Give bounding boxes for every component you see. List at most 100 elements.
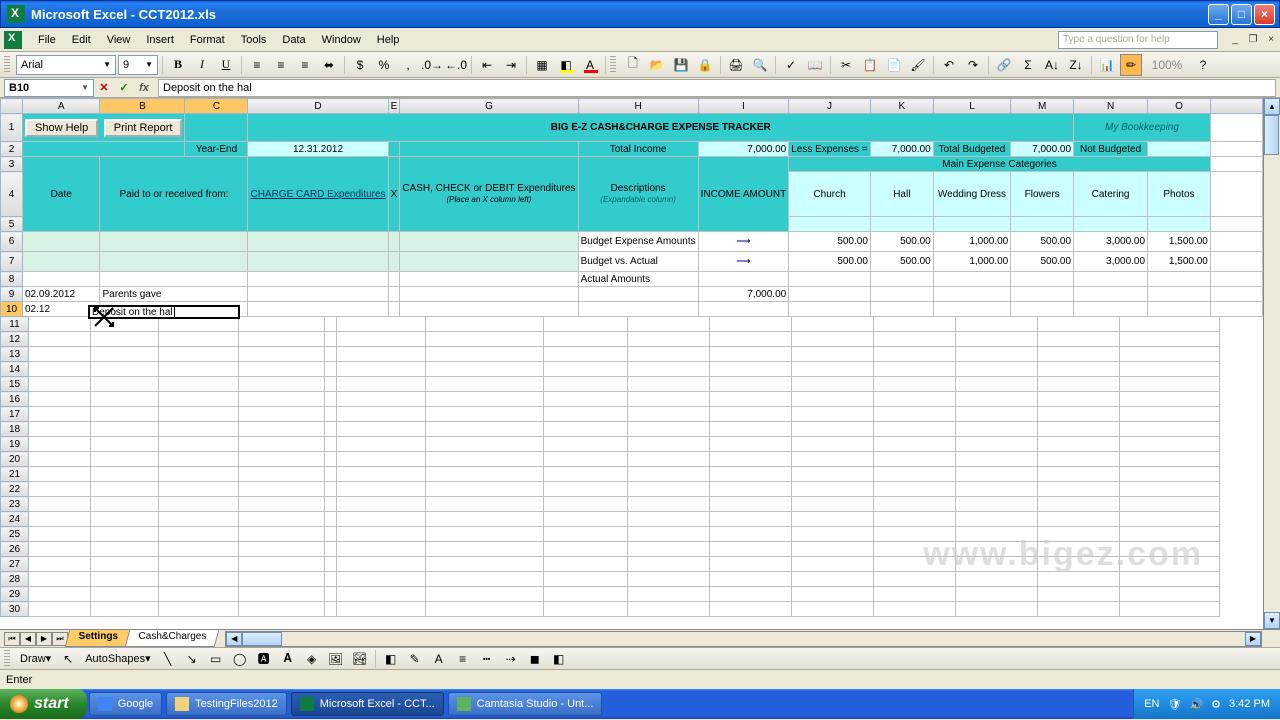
scroll-up-button[interactable]: ▲ (1264, 98, 1280, 115)
cell[interactable] (874, 317, 956, 332)
cell[interactable] (239, 527, 325, 542)
cell[interactable] (956, 602, 1038, 617)
fill-color-button-2[interactable]: ◧ (380, 648, 402, 670)
tab-nav-next[interactable]: ▶ (36, 632, 52, 646)
cell[interactable] (29, 347, 91, 362)
row-header-12[interactable]: 12 (1, 332, 29, 347)
language-indicator[interactable]: EN (1144, 698, 1159, 710)
cell[interactable] (628, 572, 710, 587)
cell[interactable] (159, 542, 239, 557)
help-button[interactable]: ? (1192, 54, 1214, 76)
cell[interactable] (426, 497, 544, 512)
col-header-I[interactable]: I (698, 99, 789, 114)
cell[interactable] (1120, 587, 1220, 602)
cell[interactable] (325, 497, 337, 512)
row-header-9[interactable]: 9 (1, 287, 23, 302)
cell[interactable] (628, 407, 710, 422)
col-header-G[interactable]: G (400, 99, 578, 114)
toolbar-grip[interactable] (4, 56, 10, 74)
shadow-button[interactable]: ◼ (524, 648, 546, 670)
tab-nav-first[interactable]: ⏮ (4, 632, 20, 646)
cell[interactable] (159, 557, 239, 572)
menu-data[interactable]: Data (274, 31, 313, 49)
cell[interactable] (792, 587, 874, 602)
cell[interactable] (239, 572, 325, 587)
cell[interactable] (426, 332, 544, 347)
cancel-edit-button[interactable]: ✕ (95, 79, 113, 97)
cell[interactable] (91, 437, 159, 452)
cell[interactable] (325, 557, 337, 572)
bold-button[interactable]: B (167, 54, 189, 76)
cell[interactable] (159, 497, 239, 512)
cell[interactable] (91, 377, 159, 392)
row-header-28[interactable]: 28 (1, 572, 29, 587)
cell[interactable] (628, 317, 710, 332)
cell[interactable] (159, 362, 239, 377)
zoom-select[interactable]: 100% (1144, 54, 1190, 76)
cell[interactable] (1038, 572, 1120, 587)
cell[interactable] (874, 347, 956, 362)
arrow-style-button[interactable]: ⇢ (500, 648, 522, 670)
cell[interactable] (1120, 392, 1220, 407)
cell[interactable] (426, 392, 544, 407)
cell[interactable] (1038, 317, 1120, 332)
cat-photos[interactable]: Photos (1148, 172, 1211, 217)
cell[interactable] (956, 587, 1038, 602)
underline-button[interactable]: U (215, 54, 237, 76)
merge-center-button[interactable]: ⬌ (318, 54, 340, 76)
maximize-button[interactable]: □ (1231, 4, 1252, 25)
cell[interactable] (1120, 422, 1220, 437)
cell-B9[interactable]: Parents gave (100, 287, 248, 302)
tray-icon[interactable]: ⚙ (1211, 698, 1221, 711)
cell[interactable] (337, 467, 426, 482)
row-header-11[interactable]: 11 (1, 317, 29, 332)
cell[interactable] (710, 392, 792, 407)
cell[interactable] (91, 407, 159, 422)
cell[interactable] (426, 362, 544, 377)
cell[interactable] (239, 392, 325, 407)
cell[interactable] (426, 542, 544, 557)
menu-file[interactable]: File (30, 31, 64, 49)
cell[interactable] (239, 512, 325, 527)
cell[interactable] (159, 572, 239, 587)
col-header-B[interactable]: B (100, 99, 185, 114)
cell[interactable] (29, 572, 91, 587)
cell[interactable] (159, 527, 239, 542)
minimize-button[interactable]: _ (1208, 4, 1229, 25)
cell[interactable] (956, 497, 1038, 512)
cell[interactable] (325, 437, 337, 452)
cell[interactable] (792, 332, 874, 347)
cell[interactable] (956, 572, 1038, 587)
cell[interactable] (874, 437, 956, 452)
row-header-18[interactable]: 18 (1, 422, 29, 437)
taskbar-item-camtasia[interactable]: Camtasia Studio - Unt... (448, 692, 603, 716)
cell[interactable] (325, 587, 337, 602)
cell[interactable] (337, 422, 426, 437)
cell[interactable] (956, 407, 1038, 422)
cell[interactable] (337, 557, 426, 572)
cell[interactable] (792, 347, 874, 362)
cell[interactable] (874, 542, 956, 557)
cell[interactable] (239, 587, 325, 602)
cell[interactable] (325, 317, 337, 332)
cell[interactable] (29, 437, 91, 452)
cut-button[interactable]: ✂ (835, 54, 857, 76)
font-size-select[interactable]: 9▼ (118, 55, 158, 75)
cell[interactable] (239, 362, 325, 377)
row-header-5[interactable]: 5 (1, 217, 23, 232)
cell[interactable] (325, 602, 337, 617)
cell[interactable] (91, 557, 159, 572)
cell[interactable] (91, 542, 159, 557)
cell[interactable] (1038, 602, 1120, 617)
research-button[interactable]: 📖 (804, 54, 826, 76)
cell[interactable] (1120, 317, 1220, 332)
cell[interactable] (1038, 347, 1120, 362)
format-painter-button[interactable]: 🖌 (907, 54, 929, 76)
cell[interactable] (426, 482, 544, 497)
row-header-7[interactable]: 7 (1, 252, 23, 272)
doc-restore-button[interactable]: ❐ (1245, 33, 1261, 47)
chart-button[interactable]: 📊 (1096, 54, 1118, 76)
cell[interactable] (628, 437, 710, 452)
cell[interactable] (874, 332, 956, 347)
cell[interactable] (956, 317, 1038, 332)
